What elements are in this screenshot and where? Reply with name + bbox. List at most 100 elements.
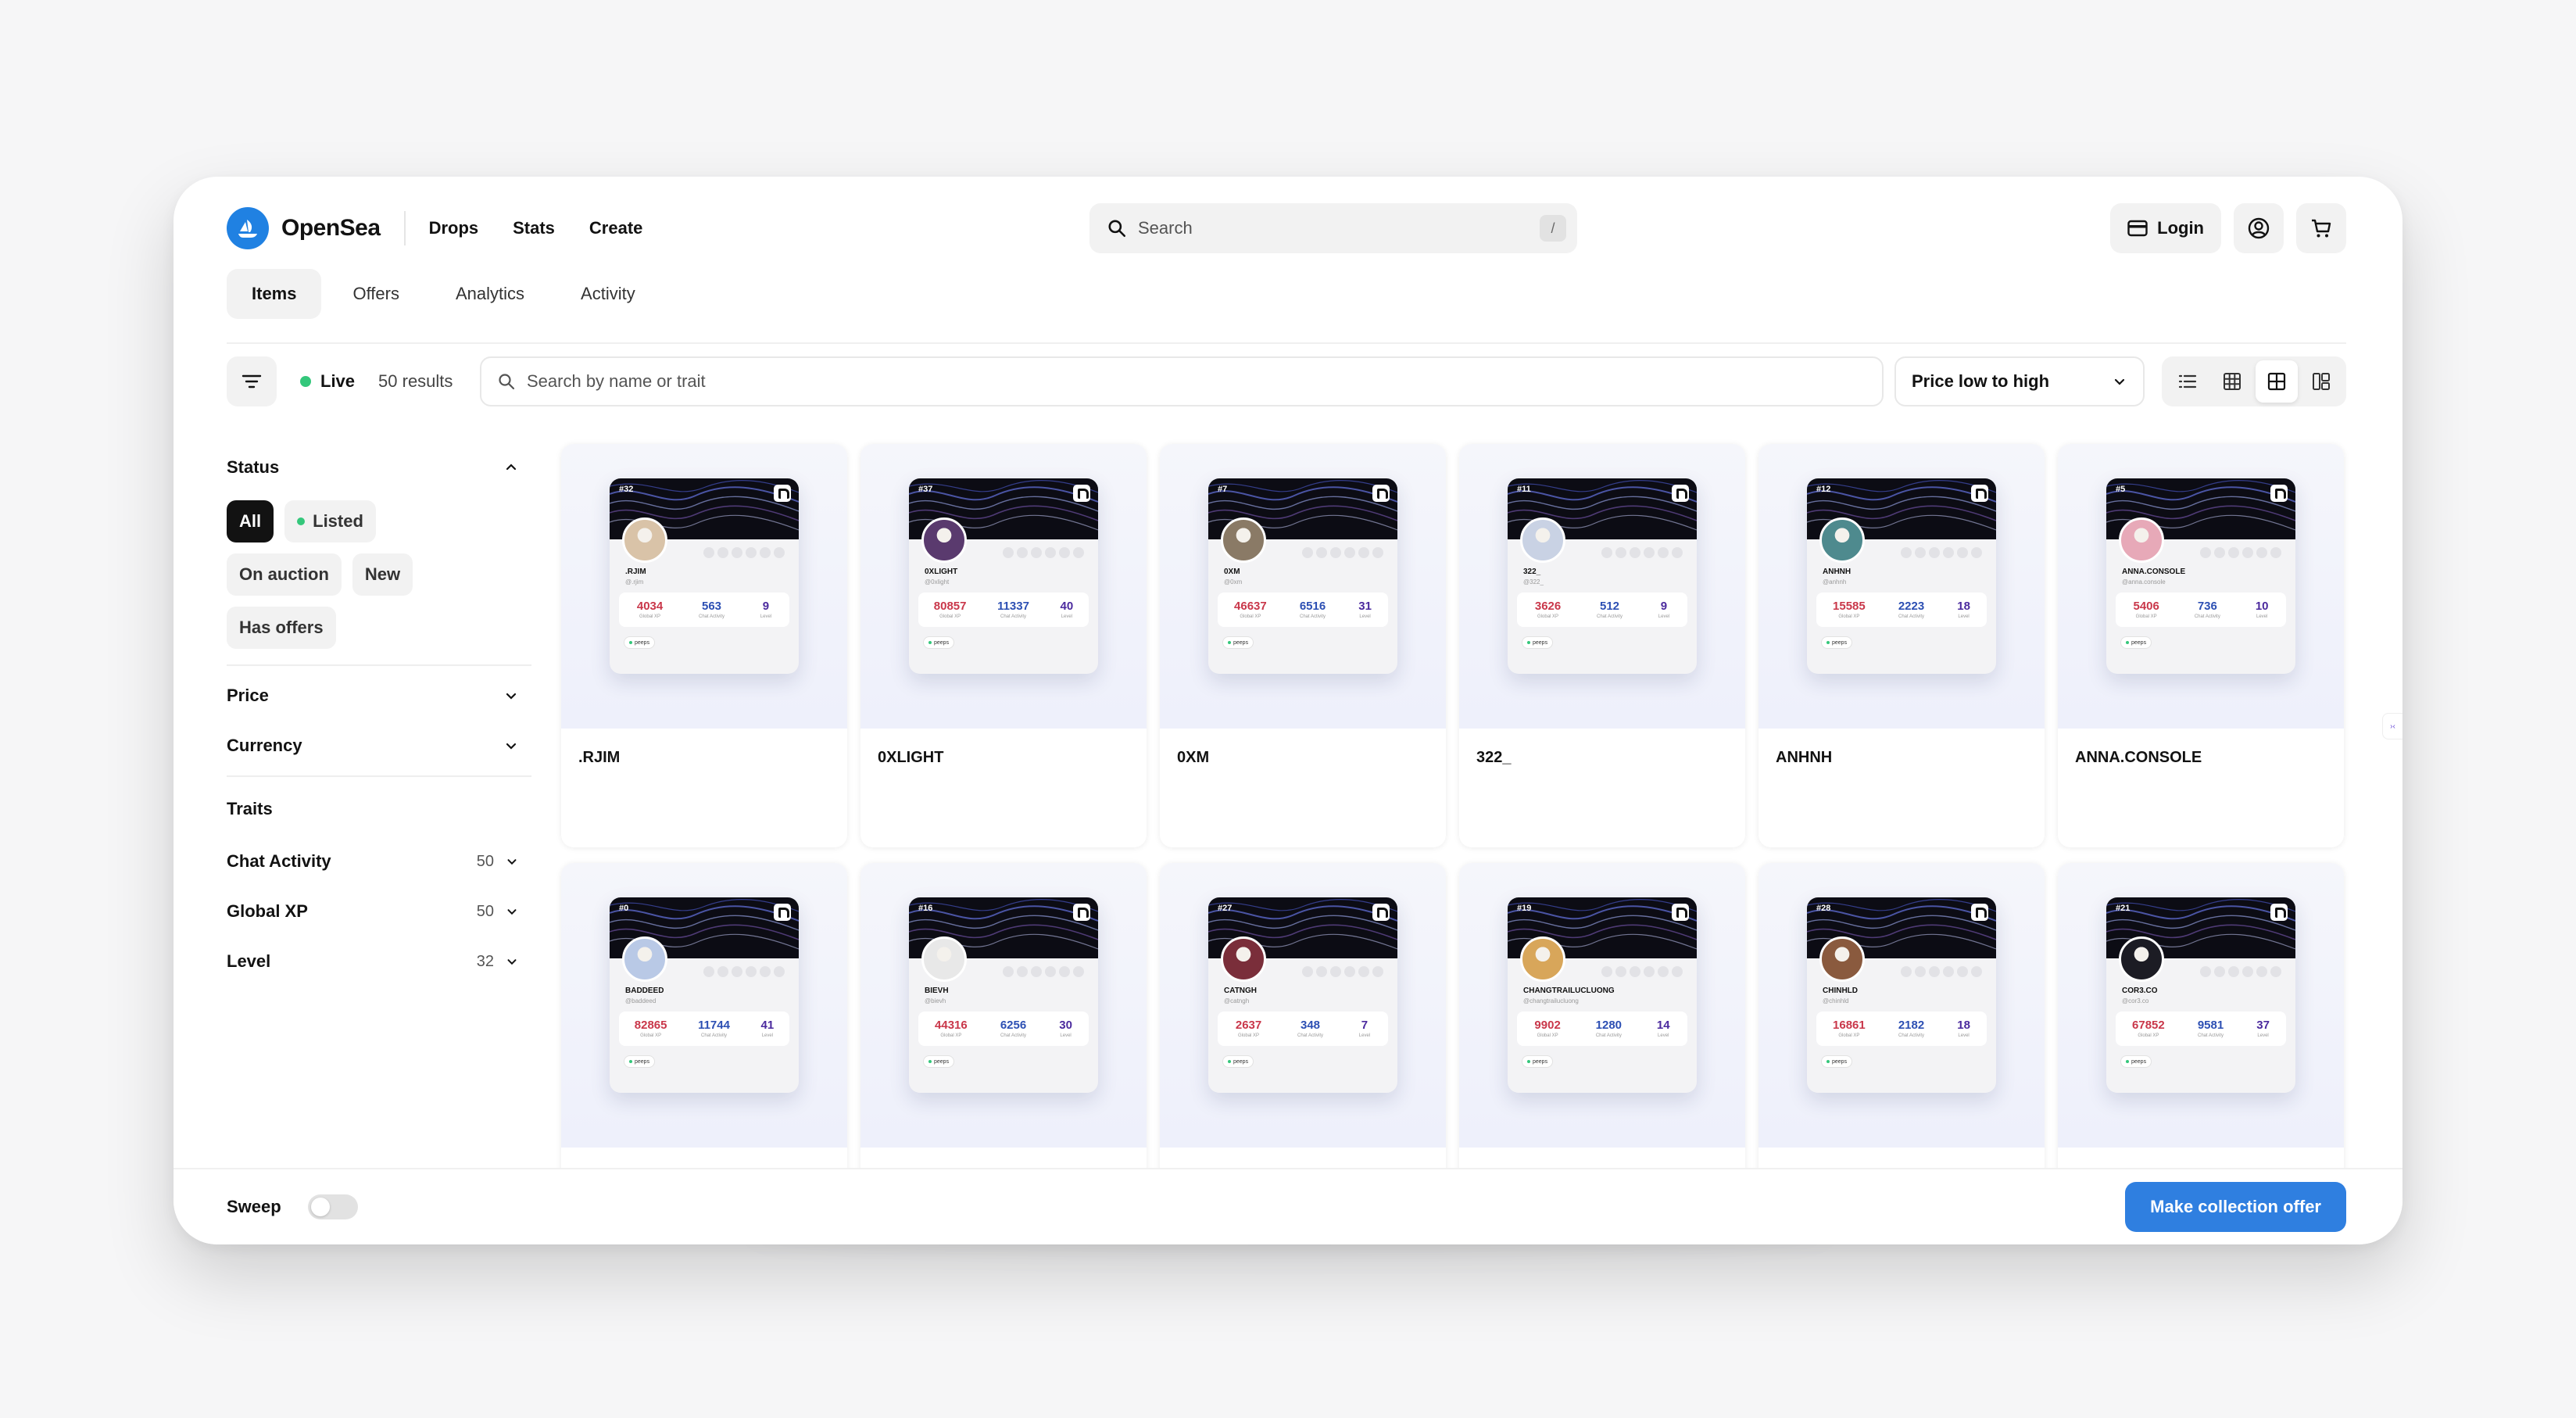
stat-global-xp-label: Global XP <box>1838 1033 1860 1038</box>
search-icon <box>499 374 515 390</box>
bottom-action-bar: Sweep Make collection offer <box>174 1168 2402 1244</box>
trait-level[interactable]: Level 32 <box>227 936 531 987</box>
trait-global-xp[interactable]: Global XP 50 <box>227 886 531 936</box>
login-label: Login <box>2157 218 2204 238</box>
badge-stats: 82865 Global XP 11744 Chat Activity 41 Leve… <box>619 1012 789 1046</box>
avatar <box>921 936 967 982</box>
avatar <box>622 936 667 982</box>
tab-items[interactable]: Items <box>227 269 322 319</box>
nav-create[interactable]: Create <box>589 218 642 238</box>
badge-stats: 3626 Global XP 512 Chat Activity 9 Level <box>1517 593 1687 627</box>
stat-global-xp: 80857 <box>933 600 967 613</box>
side-panel-handle[interactable]: ›‹ <box>2382 713 2402 739</box>
nav-drops[interactable]: Drops <box>429 218 479 238</box>
item-card[interactable]: #5 ANNA.CONSOLE @anna.console 5406 Global… <box>2058 444 2344 847</box>
currency-section-header[interactable]: Currency <box>227 721 531 771</box>
avatar <box>1520 517 1565 563</box>
sidebar-divider <box>227 775 531 777</box>
badge-tag: peeps <box>1222 636 1254 649</box>
badge-dots <box>1003 966 1084 977</box>
stat-level-label: Level <box>1060 1033 1072 1038</box>
item-image: #16 BIEVH @bievh 44316 Global XP 6256 Chat… <box>860 863 1147 1148</box>
sweep-toggle[interactable] <box>307 1194 358 1219</box>
profile-badge: #32 .RJIM @.rjim 4034 Global XP 563 Chat A… <box>610 478 799 674</box>
profile-button[interactable] <box>2234 203 2284 253</box>
view-list-button[interactable] <box>2166 360 2209 403</box>
wallet-icon <box>2127 220 2148 237</box>
avatar <box>1520 936 1565 982</box>
trait-chat-activity[interactable]: Chat Activity 50 <box>227 836 531 886</box>
badge-stats: 44316 Global XP 6256 Chat Activity 30 Level <box>918 1012 1089 1046</box>
nav-stats[interactable]: Stats <box>513 218 555 238</box>
make-collection-offer-button[interactable]: Make collection offer <box>2125 1182 2346 1232</box>
opensea-logo-icon <box>227 207 269 249</box>
item-number: #5 <box>2116 485 2126 494</box>
stat-level: 14 <box>1656 1019 1670 1032</box>
item-card[interactable]: #7 0XM @0xm 46637 Global XP 6516 Chat Acti… <box>1160 444 1446 847</box>
badge-username: CHANGTRAILUCLUONG <box>1523 987 1615 995</box>
global-search-input[interactable]: Search / <box>1089 203 1577 253</box>
stat-level: 18 <box>1957 1019 1970 1032</box>
view-mosaic-button[interactable] <box>2300 360 2342 403</box>
badge-stats: 4034 Global XP 563 Chat Activity 9 Level <box>619 593 789 627</box>
status-chip-all[interactable]: All <box>227 500 274 542</box>
stat-global-xp-label: Global XP <box>1240 614 1261 619</box>
badge-dots <box>703 547 785 558</box>
filter-icon <box>242 374 262 389</box>
filter-toggle-button[interactable] <box>227 356 277 406</box>
avatar <box>1819 517 1865 563</box>
login-button[interactable]: Login <box>2110 203 2221 253</box>
status-chip-on-auction[interactable]: On auction <box>227 553 342 596</box>
item-card[interactable]: #12 ANHNH @anhnh 15585 Global XP 2223 Chat… <box>1758 444 2045 847</box>
avatar <box>1819 936 1865 982</box>
item-image: #19 CHANGTRAILUCLUONG @changtrailucluong… <box>1459 863 1745 1148</box>
avatar <box>1221 936 1266 982</box>
stat-chat-activity: 2182 <box>1898 1019 1925 1032</box>
brand-mark-icon <box>1971 485 1988 502</box>
stat-level: 31 <box>1358 600 1372 613</box>
stat-level: 7 <box>1361 1019 1368 1032</box>
brand-mark-icon <box>1672 904 1689 921</box>
stat-global-xp: 67852 <box>2132 1019 2165 1032</box>
brand-mark-icon <box>1372 904 1390 921</box>
item-image: #21 COR3.CO @cor3.co 67852 Global XP 9581… <box>2058 863 2344 1148</box>
badge-dots <box>703 966 785 977</box>
view-grid-small-button[interactable] <box>2211 360 2253 403</box>
badge-stats: 9902 Global XP 1280 Chat Activity 14 Level <box>1517 1012 1687 1046</box>
badge-stats: 67852 Global XP 9581 Chat Activity 37 Level <box>2116 1012 2286 1046</box>
tab-offers[interactable]: Offers <box>327 269 424 319</box>
sidebar-divider <box>227 664 531 666</box>
tab-activity[interactable]: Activity <box>556 269 660 319</box>
badge-tag: peeps <box>1522 1055 1554 1068</box>
trait-search-input[interactable]: Search by name or trait <box>480 356 1884 406</box>
item-card[interactable]: #32 .RJIM @.rjim 4034 Global XP 563 Chat A… <box>561 444 847 847</box>
item-card[interactable]: #37 0XLIGHT @0xlight 80857 Global XP 1133… <box>860 444 1147 847</box>
status-chip-has-offers[interactable]: Has offers <box>227 607 336 649</box>
stat-chat-activity: 512 <box>1599 600 1620 613</box>
item-card[interactable]: #11 322_ @322_ 3626 Global XP 512 Chat Act… <box>1459 444 1745 847</box>
chevron-down-icon <box>507 959 517 965</box>
tab-analytics[interactable]: Analytics <box>431 269 549 319</box>
status-section-header[interactable]: Status <box>227 442 531 492</box>
sort-dropdown[interactable]: Price low to high <box>1894 356 2145 406</box>
list-view-icon <box>2178 374 2196 389</box>
tabs-divider <box>227 342 2346 344</box>
stat-global-xp: 9902 <box>1534 1019 1561 1032</box>
live-indicator: Live <box>300 371 355 392</box>
badge-username: 0XLIGHT <box>925 568 958 576</box>
trait-count: 32 <box>476 952 494 970</box>
item-name: 0XM <box>1177 749 1210 766</box>
stat-global-xp-label: Global XP <box>2135 614 2157 619</box>
items-grid: #32 .RJIM @.rjim 4034 Global XP 563 Chat A… <box>561 444 2344 1244</box>
stat-level: 37 <box>2256 1019 2270 1032</box>
brand[interactable]: OpenSea <box>227 207 381 249</box>
cart-button[interactable] <box>2296 203 2346 253</box>
status-chip-listed[interactable]: Listed <box>284 500 376 542</box>
stat-global-xp-label: Global XP <box>640 1033 662 1038</box>
stat-level-label: Level <box>761 1033 774 1038</box>
price-section-header[interactable]: Price <box>227 671 531 721</box>
status-chip-new[interactable]: New <box>352 553 413 596</box>
status-label: Status <box>227 457 280 477</box>
badge-username: 322_ <box>1523 568 1541 576</box>
view-grid-large-button[interactable] <box>2255 360 2298 403</box>
